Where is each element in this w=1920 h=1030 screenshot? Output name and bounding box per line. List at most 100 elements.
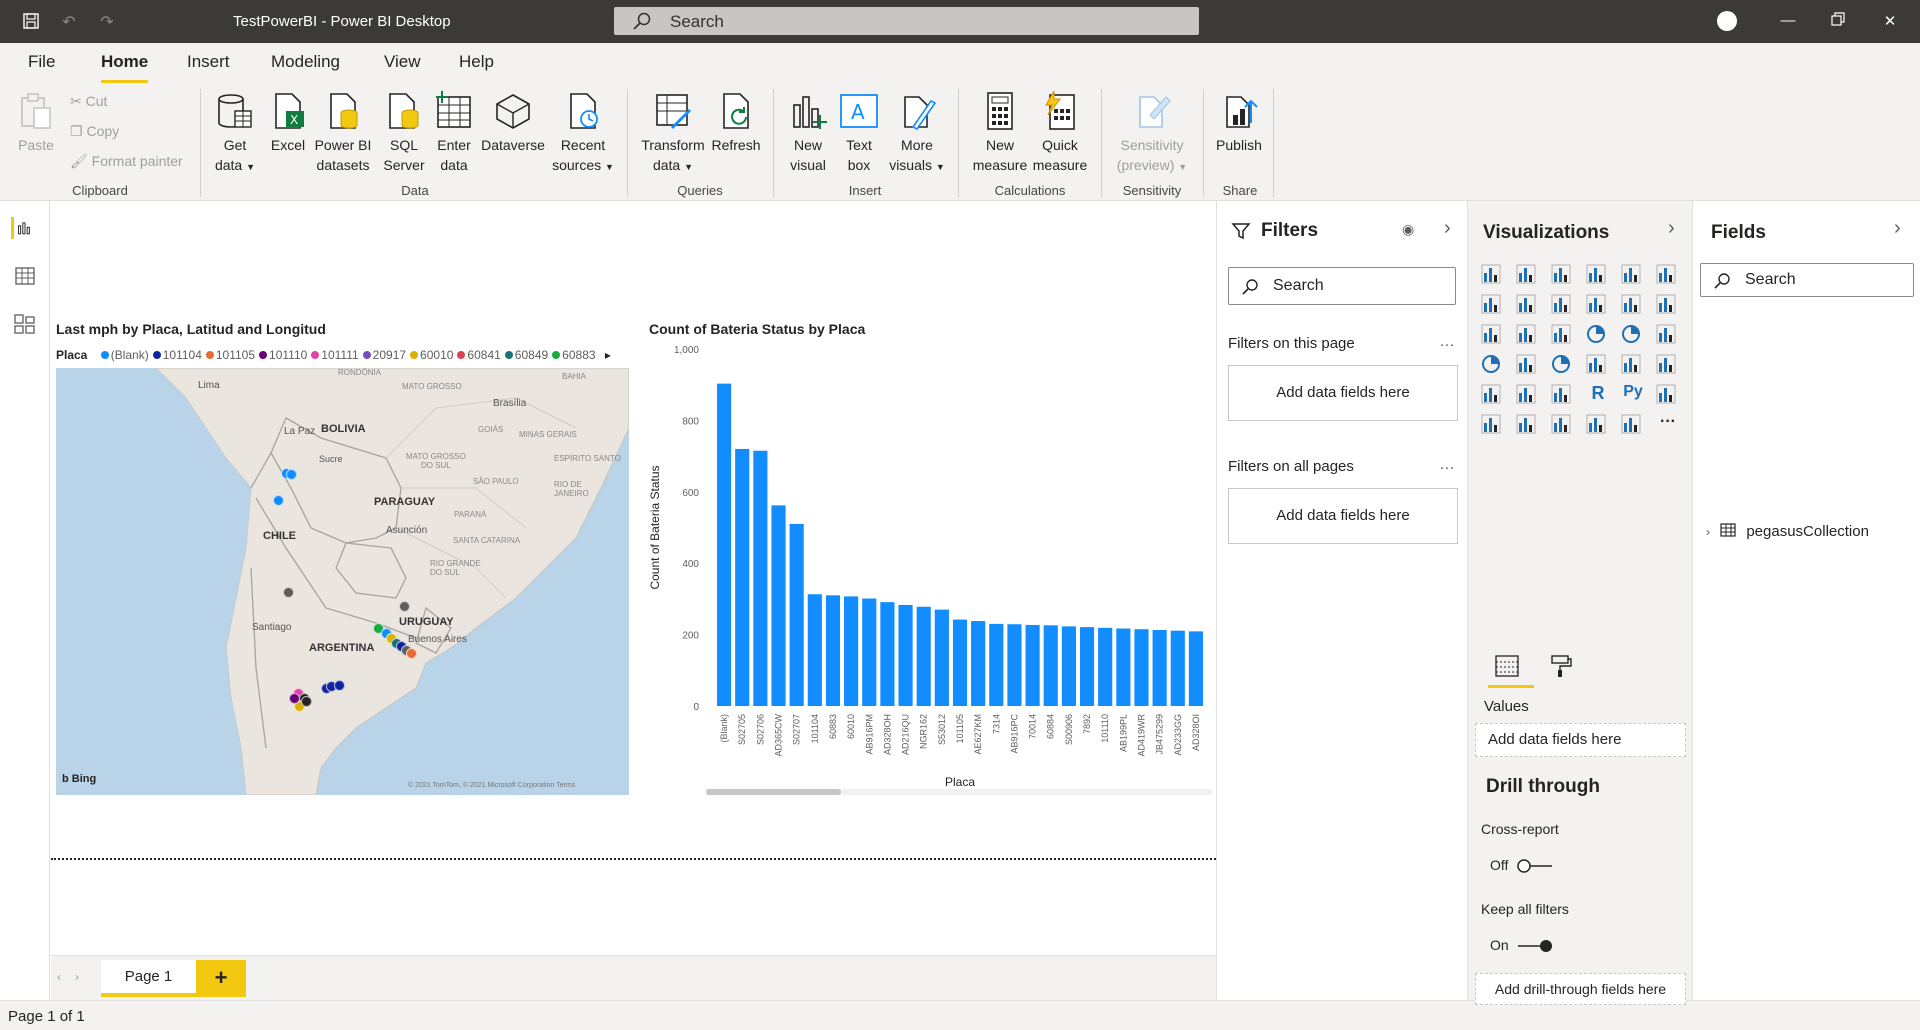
get-data-button[interactable]: Get data ▼ (213, 91, 257, 177)
copy-button[interactable]: ❐ Copy (70, 123, 119, 140)
tab-home[interactable]: Home (101, 52, 149, 83)
bar[interactable] (952, 619, 968, 706)
tab-file[interactable]: File (28, 52, 55, 72)
bar[interactable] (1061, 626, 1076, 706)
legend-item-label[interactable]: 60849 (515, 348, 548, 362)
chart-scrollbar-track[interactable] (706, 789, 1212, 795)
refresh-button[interactable]: Refresh (711, 91, 761, 155)
legend-item-label[interactable]: 101105 (216, 348, 255, 362)
map-data-point[interactable] (273, 495, 284, 506)
field-table-item[interactable]: › pegasusCollection (1706, 523, 1869, 540)
report-view-icon[interactable] (11, 217, 33, 239)
filters-all-drop-zone[interactable]: Add data fields here (1228, 488, 1458, 544)
bar[interactable] (1025, 624, 1040, 706)
text-box-button[interactable]: A Text box (837, 91, 881, 175)
map-data-point[interactable] (334, 680, 345, 691)
bar[interactable] (1152, 629, 1167, 706)
map-data-point[interactable] (286, 469, 297, 480)
100-column-icon[interactable] (1655, 263, 1681, 289)
bar[interactable] (989, 623, 1004, 706)
bar[interactable] (898, 604, 913, 706)
collapse-filters-icon[interactable]: › (1444, 217, 1451, 240)
bar[interactable] (789, 523, 804, 706)
kpi-icon[interactable] (1655, 353, 1681, 379)
area-chart-icon[interactable] (1515, 293, 1541, 319)
clustered-bar-icon[interactable] (1550, 263, 1576, 289)
add-page-button[interactable]: + (196, 960, 246, 997)
filled-map-icon[interactable] (1515, 353, 1541, 379)
format-paint-roller-icon[interactable] (1548, 653, 1574, 679)
legend-item-label[interactable]: 20917 (373, 348, 406, 362)
quick-measure-button[interactable]: Quick measure (1030, 91, 1090, 175)
title-search-box[interactable]: Search (614, 7, 1199, 35)
sensitivity-button[interactable]: Sensitivity (preview) ▼ (1110, 91, 1194, 177)
more-visuals-icon[interactable]: ··· (1655, 413, 1681, 439)
bar[interactable] (880, 602, 895, 706)
legend-next-icon[interactable]: ▸ (605, 348, 611, 362)
tab-view[interactable]: View (384, 52, 421, 72)
python-visual-icon[interactable]: Py (1620, 383, 1646, 409)
power-apps-icon[interactable] (1620, 413, 1646, 439)
gauge-icon[interactable] (1550, 353, 1576, 379)
legend-item-label[interactable]: 101111 (321, 348, 358, 362)
bar[interactable] (1043, 625, 1058, 706)
decomposition-tree-icon[interactable] (1480, 413, 1506, 439)
key-influencers-icon[interactable] (1655, 383, 1681, 409)
paste-button[interactable]: Paste (14, 91, 58, 155)
line-chart-icon[interactable] (1480, 293, 1506, 319)
map-data-point[interactable] (283, 587, 294, 598)
page-prev-icon[interactable]: ‹ (57, 970, 61, 984)
transform-data-button[interactable]: Transform data ▼ (638, 91, 708, 177)
cross-report-toggle[interactable] (1516, 859, 1554, 873)
new-measure-button[interactable]: New measure (970, 91, 1030, 175)
bar[interactable] (862, 598, 877, 706)
line-clustered-icon[interactable] (1620, 293, 1646, 319)
collapse-viz-icon[interactable]: › (1668, 217, 1675, 240)
map-data-point[interactable] (399, 601, 410, 612)
excel-button[interactable]: X Excel (266, 91, 310, 155)
card-icon[interactable] (1585, 353, 1611, 379)
bar[interactable] (971, 621, 986, 706)
collapse-fields-icon[interactable]: › (1894, 217, 1901, 240)
clustered-column-icon[interactable] (1585, 263, 1611, 289)
legend-item-label[interactable]: 60010 (420, 348, 453, 362)
tab-help[interactable]: Help (459, 52, 494, 72)
more-visuals-button[interactable]: More visuals ▼ (888, 91, 946, 177)
100-bar-icon[interactable] (1620, 263, 1646, 289)
line-column-icon[interactable] (1585, 293, 1611, 319)
scatter-icon[interactable] (1550, 323, 1576, 349)
cut-button[interactable]: ✂ Cut (70, 93, 107, 110)
smart-narrative-icon[interactable] (1550, 413, 1576, 439)
bar[interactable] (1170, 630, 1185, 706)
tab-insert[interactable]: Insert (187, 52, 230, 72)
bar[interactable] (1188, 631, 1204, 706)
undo-icon[interactable]: ↶ (58, 12, 80, 34)
legend-item-label[interactable]: 101110 (269, 348, 307, 362)
stacked-area-icon[interactable] (1550, 293, 1576, 319)
minimize-icon[interactable]: — (1778, 12, 1798, 29)
bar[interactable] (1098, 627, 1113, 706)
new-visual-button[interactable]: New visual (786, 91, 830, 175)
r-visual-icon[interactable]: R (1585, 383, 1611, 409)
ribbon-chart-icon[interactable] (1655, 293, 1681, 319)
power-bi-datasets-button[interactable]: Power BI datasets (312, 91, 374, 175)
treemap-icon[interactable] (1655, 323, 1681, 349)
map-data-point[interactable] (289, 693, 300, 704)
bar[interactable] (807, 594, 822, 706)
bar[interactable] (1116, 628, 1131, 706)
bar[interactable] (934, 609, 949, 706)
recent-sources-button[interactable]: Recent sources ▼ (548, 91, 618, 177)
tab-modeling[interactable]: Modeling (271, 52, 340, 72)
model-view-icon[interactable] (14, 313, 36, 335)
page-tab[interactable]: Page 1 (101, 960, 196, 997)
save-icon[interactable] (20, 12, 42, 34)
bar[interactable] (844, 596, 859, 706)
close-icon[interactable]: ✕ (1880, 12, 1900, 30)
bar[interactable] (825, 595, 841, 706)
drill-through-drop-zone[interactable]: Add drill-through fields here (1475, 973, 1686, 1005)
multirow-card-icon[interactable] (1620, 353, 1646, 379)
legend-item-label[interactable]: 101104 (163, 348, 202, 362)
filters-search-input[interactable]: Search (1228, 267, 1456, 305)
map-data-point[interactable] (301, 696, 312, 707)
slicer-icon[interactable] (1480, 383, 1506, 409)
